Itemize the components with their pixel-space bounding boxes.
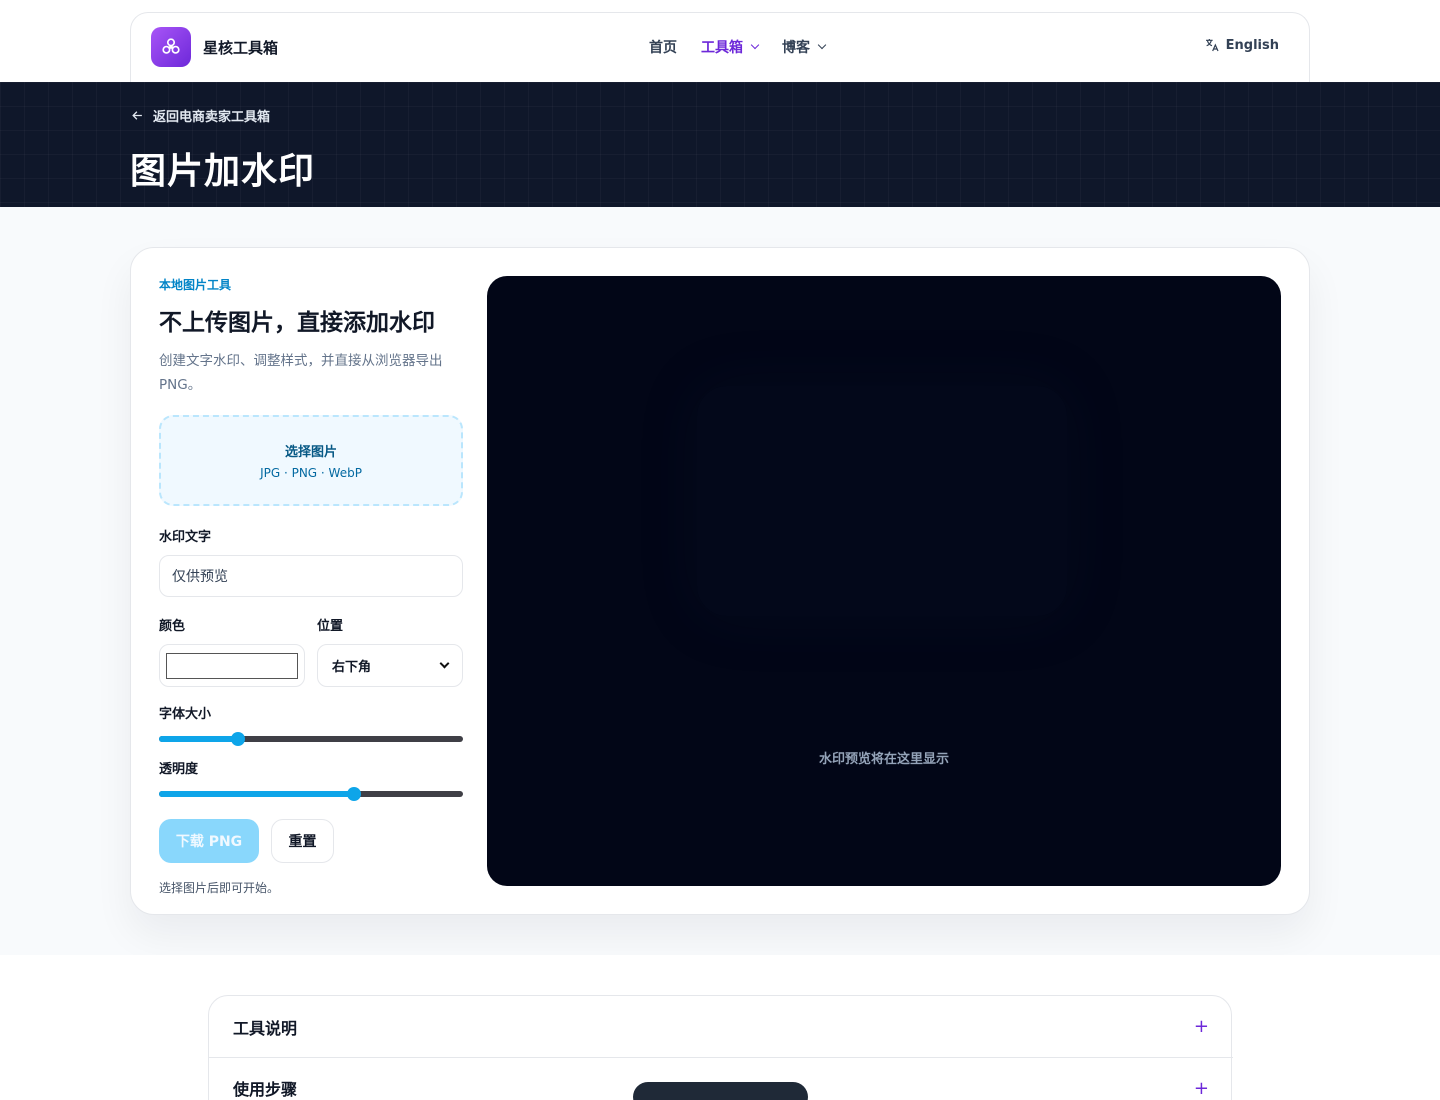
page-title: 图片加水印 (130, 151, 316, 192)
chevron-down-icon (439, 658, 450, 669)
font-size-label: 字体大小 (159, 707, 212, 722)
dropzone-title: 选择图片 (284, 445, 337, 460)
font-size-slider[interactable] (159, 732, 463, 746)
watermark-text-input[interactable] (159, 555, 463, 597)
plus-icon: + (1193, 1077, 1209, 1099)
molecule-icon (162, 38, 180, 54)
status-hint: 选择图片后即可开始。 (159, 881, 280, 895)
chevron-down-icon (817, 40, 827, 50)
position-column: 位置 右下角 (317, 615, 463, 687)
back-link-label: 返回电商卖家工具箱 (153, 110, 271, 125)
preview-placeholder-text: 水印预览将在这里显示 (818, 752, 949, 767)
slider-fill (159, 791, 354, 797)
accordion-item-description[interactable]: 工具说明 + (209, 996, 1233, 1057)
action-buttons: 下载 PNG 重置 (159, 819, 463, 863)
tool-kicker: 本地图片工具 (159, 278, 232, 292)
brand-logo[interactable] (151, 27, 191, 67)
color-picker[interactable] (159, 644, 305, 687)
opacity-slider[interactable] (159, 787, 463, 801)
back-link[interactable]: 返回电商卖家工具箱 (130, 106, 270, 125)
nav-item-label: 工具箱 (701, 40, 743, 56)
language-label: English (1225, 37, 1279, 53)
nav-item-home[interactable]: 首页 (649, 37, 677, 57)
nav-item-toolbox[interactable]: 工具箱 (701, 37, 760, 57)
color-position-row: 颜色 位置 右下角 (159, 615, 463, 687)
tool-card: 本地图片工具 不上传图片，直接添加水印 创建文字水印、调整样式，并直接从浏览器导… (130, 247, 1310, 915)
watermark-text-label: 水印文字 (159, 530, 212, 545)
nav-item-blog[interactable]: 博客 (782, 37, 827, 57)
top-bar: 星核工具箱 首页 工具箱 博客 English (0, 0, 1440, 82)
color-label: 颜色 (159, 619, 186, 634)
watermark-preview-canvas: 水印预览将在这里显示 (487, 276, 1281, 886)
download-png-button[interactable]: 下载 PNG (159, 819, 259, 863)
opacity-label: 透明度 (159, 762, 199, 777)
slider-fill (159, 736, 239, 742)
main-nav: 星核工具箱 首页 工具箱 博客 English (130, 12, 1310, 82)
nav-menu: 首页 工具箱 博客 (649, 37, 827, 57)
controls-panel: 本地图片工具 不上传图片，直接添加水印 创建文字水印、调整样式，并直接从浏览器导… (159, 276, 463, 896)
color-column: 颜色 (159, 615, 305, 687)
accordion-title: 工具说明 (233, 1018, 298, 1038)
position-select[interactable]: 右下角 (317, 644, 463, 687)
brand-name[interactable]: 星核工具箱 (203, 37, 278, 58)
color-swatch (166, 653, 298, 679)
font-size-block: 字体大小 (159, 703, 463, 746)
dropzone-formats: JPG · PNG · WebP (260, 466, 362, 480)
floating-toolbar[interactable] (633, 1082, 808, 1100)
chevron-down-icon (750, 40, 760, 50)
position-label: 位置 (317, 619, 344, 634)
tool-heading: 不上传图片，直接添加水印 (159, 310, 435, 336)
tool-description: 创建文字水印、调整样式，并直接从浏览器导出 PNG。 (159, 353, 443, 393)
translate-icon (1205, 39, 1219, 52)
arrow-left-icon (132, 111, 142, 120)
plus-icon: + (1193, 1016, 1209, 1037)
nav-item-label: 博客 (782, 40, 810, 56)
language-switcher[interactable]: English (1204, 37, 1279, 53)
opacity-block: 透明度 (159, 758, 463, 801)
nav-item-label: 首页 (649, 40, 677, 56)
preview-placeholder-shape (697, 386, 1067, 616)
accordion-title: 使用步骤 (233, 1080, 298, 1099)
slider-thumb[interactable] (346, 787, 361, 801)
hero-banner: 返回电商卖家工具箱 图片加水印 (0, 82, 1440, 207)
position-selected-value: 右下角 (332, 660, 372, 675)
reset-button[interactable]: 重置 (271, 819, 334, 863)
image-dropzone[interactable]: 选择图片 JPG · PNG · WebP (159, 415, 463, 506)
slider-thumb[interactable] (231, 732, 246, 746)
